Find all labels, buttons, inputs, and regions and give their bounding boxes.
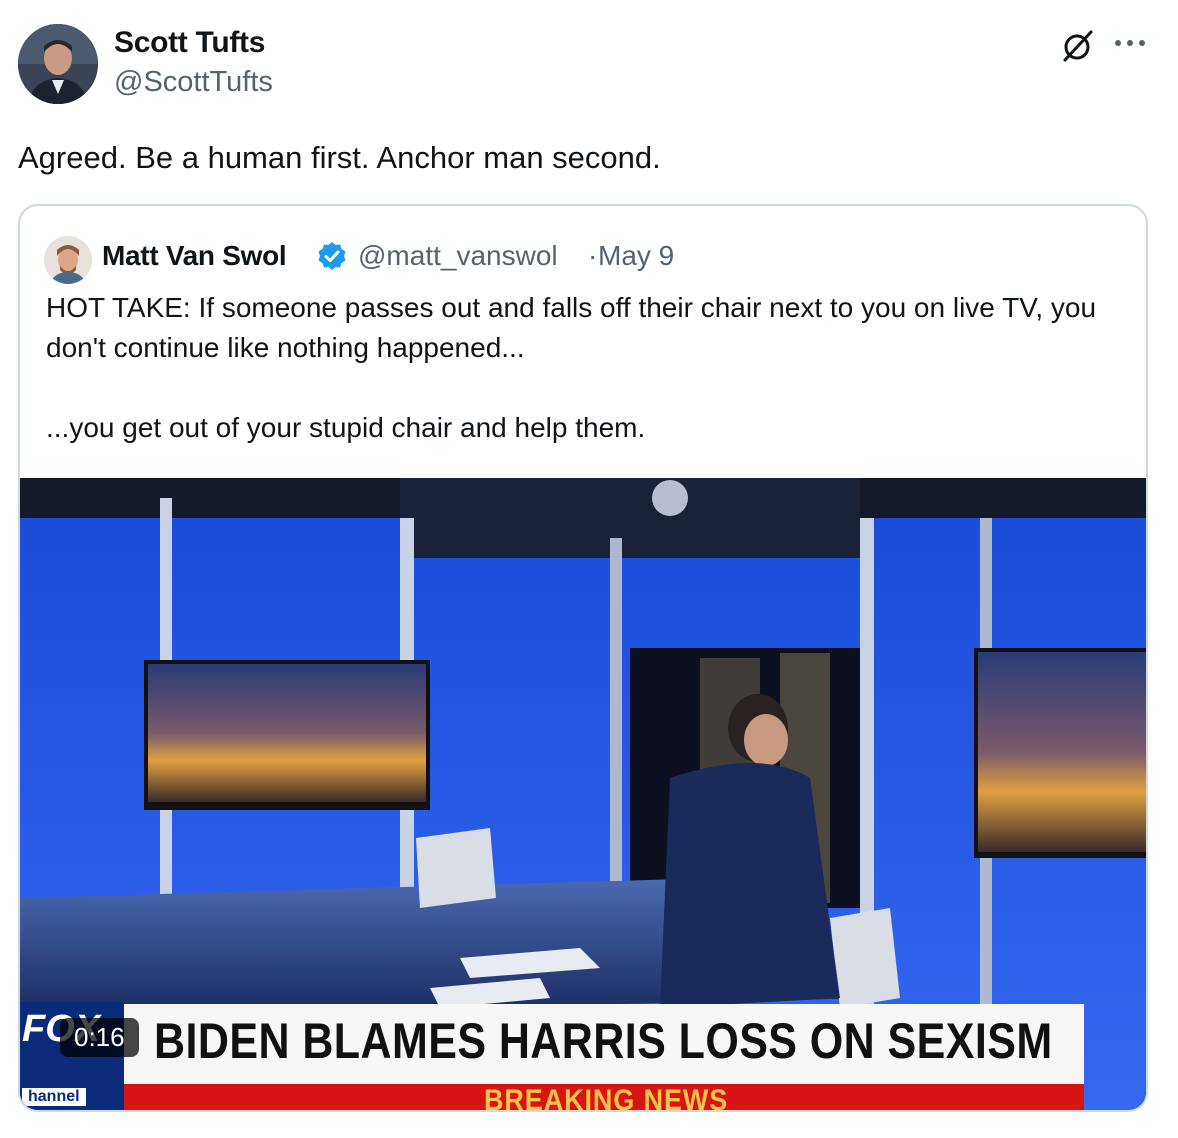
grok-slash-icon[interactable] xyxy=(1060,28,1096,64)
verified-badge-icon xyxy=(316,240,348,272)
quoted-author-name[interactable]: Matt Van Swol xyxy=(102,240,287,272)
video-player[interactable]: FOX hannel BIDEN BLAMES HARRIS LOSS ON S… xyxy=(20,478,1146,1112)
tweet-text: Agreed. Be a human first. Anchor man sec… xyxy=(18,140,661,175)
quoted-text: HOT TAKE: If someone passes out and fall… xyxy=(46,288,1126,448)
quoted-tweet[interactable]: Matt Van Swol @matt_vanswol · May 9 HOT … xyxy=(18,204,1148,1112)
quoted-author-handle[interactable]: @matt_vanswol xyxy=(358,240,558,272)
quoted-text-line2: ...you get out of your stupid chair and … xyxy=(46,412,646,443)
chyron-text: BIDEN BLAMES HARRIS LOSS ON SEXISM xyxy=(154,1013,1053,1069)
more-dots-icon[interactable] xyxy=(1108,28,1152,58)
breaking-news-bar: BREAKING NEWS xyxy=(124,1084,1084,1112)
author-avatar[interactable] xyxy=(18,24,98,104)
author-handle[interactable]: @ScottTufts xyxy=(114,66,273,99)
author-name[interactable]: Scott Tufts xyxy=(114,26,265,60)
quoted-date[interactable]: May 9 xyxy=(598,240,674,272)
separator-dot: · xyxy=(588,240,598,271)
fox-logo-subtext: hannel xyxy=(22,1088,86,1106)
quoted-text-line1: HOT TAKE: If someone passes out and fall… xyxy=(46,292,1097,363)
news-chyron: BIDEN BLAMES HARRIS LOSS ON SEXISM xyxy=(124,1004,1084,1086)
video-duration: 0:16 xyxy=(60,1018,139,1057)
quoted-author-avatar[interactable] xyxy=(44,236,92,284)
breaking-news-text: BREAKING NEWS xyxy=(484,1084,729,1112)
